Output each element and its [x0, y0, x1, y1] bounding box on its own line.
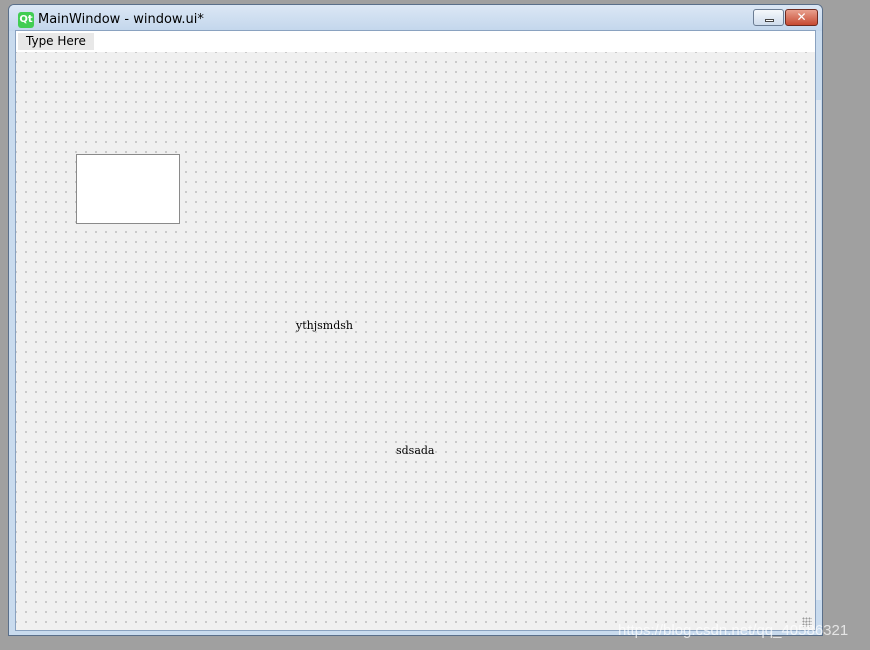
- menu-bar: Type Here: [16, 31, 815, 52]
- title-bar[interactable]: Qt MainWindow - window.ui* ✕: [9, 5, 822, 31]
- form-canvas[interactable]: ythjsmdsh sdsada: [16, 52, 815, 630]
- window-client-area: Type Here ythjsmdsh sdsada: [15, 30, 816, 631]
- minimize-icon: [765, 19, 774, 22]
- label-widget-2[interactable]: sdsada: [396, 444, 435, 457]
- window-title: MainWindow - window.ui*: [38, 12, 204, 27]
- close-button[interactable]: ✕: [785, 9, 818, 26]
- qt-logo-icon: Qt: [18, 12, 34, 28]
- frame-widget[interactable]: [76, 154, 180, 224]
- side-scroll-strip: [816, 100, 821, 600]
- watermark-text: https://blog.csdn.net/qq_40586321: [618, 622, 849, 639]
- close-icon: ✕: [796, 10, 807, 24]
- main-window: Qt MainWindow - window.ui* ✕ Type Here y…: [8, 4, 823, 636]
- minimize-button[interactable]: [753, 9, 784, 26]
- label-widget-1[interactable]: ythjsmdsh: [296, 319, 353, 332]
- desktop-area: Qt MainWindow - window.ui* ✕ Type Here y…: [0, 0, 870, 650]
- menu-type-here[interactable]: Type Here: [18, 33, 94, 50]
